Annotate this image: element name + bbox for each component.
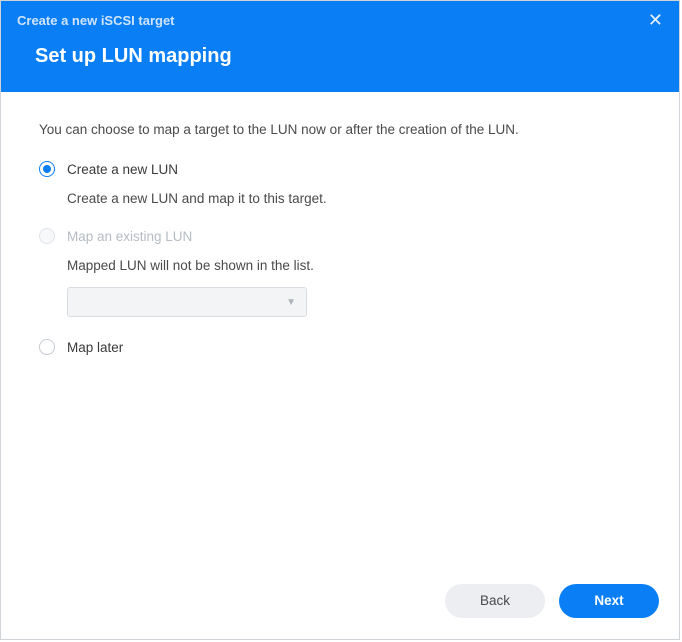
step-title: Set up LUN mapping (35, 45, 645, 68)
dialog-header-bar: Create a new iSCSI target ✕ (1, 1, 679, 33)
option-label: Map an existing LUN (67, 229, 192, 244)
radio-icon (39, 339, 55, 355)
dialog-header-main: Set up LUN mapping (1, 33, 679, 92)
wizard-title: Create a new iSCSI target (17, 13, 175, 28)
option-desc: Create a new LUN and map it to this targ… (67, 191, 641, 206)
option-map-later: Map later (39, 339, 641, 355)
radio-map-later[interactable]: Map later (39, 339, 641, 355)
wizard-dialog: Create a new iSCSI target ✕ Set up LUN m… (0, 0, 680, 640)
option-create-new-lun: Create a new LUN Create a new LUN and ma… (39, 161, 641, 206)
dialog-footer: Back Next (1, 575, 679, 639)
option-map-existing-lun: Map an existing LUN Mapped LUN will not … (39, 228, 641, 317)
radio-create-new-lun[interactable]: Create a new LUN (39, 161, 641, 177)
next-button[interactable]: Next (559, 584, 659, 618)
dialog-header: Create a new iSCSI target ✕ Set up LUN m… (1, 1, 679, 92)
existing-lun-dropdown: ▼ (67, 287, 307, 317)
option-desc: Mapped LUN will not be shown in the list… (67, 258, 641, 273)
back-button[interactable]: Back (445, 584, 545, 618)
option-label: Create a new LUN (67, 162, 178, 177)
option-label: Map later (67, 340, 123, 355)
close-icon[interactable]: ✕ (648, 11, 663, 29)
radio-icon (39, 228, 55, 244)
intro-text: You can choose to map a target to the LU… (39, 122, 641, 137)
radio-icon (39, 161, 55, 177)
chevron-down-icon: ▼ (286, 297, 296, 308)
dialog-body: You can choose to map a target to the LU… (1, 92, 679, 575)
radio-map-existing-lun: Map an existing LUN (39, 228, 641, 244)
